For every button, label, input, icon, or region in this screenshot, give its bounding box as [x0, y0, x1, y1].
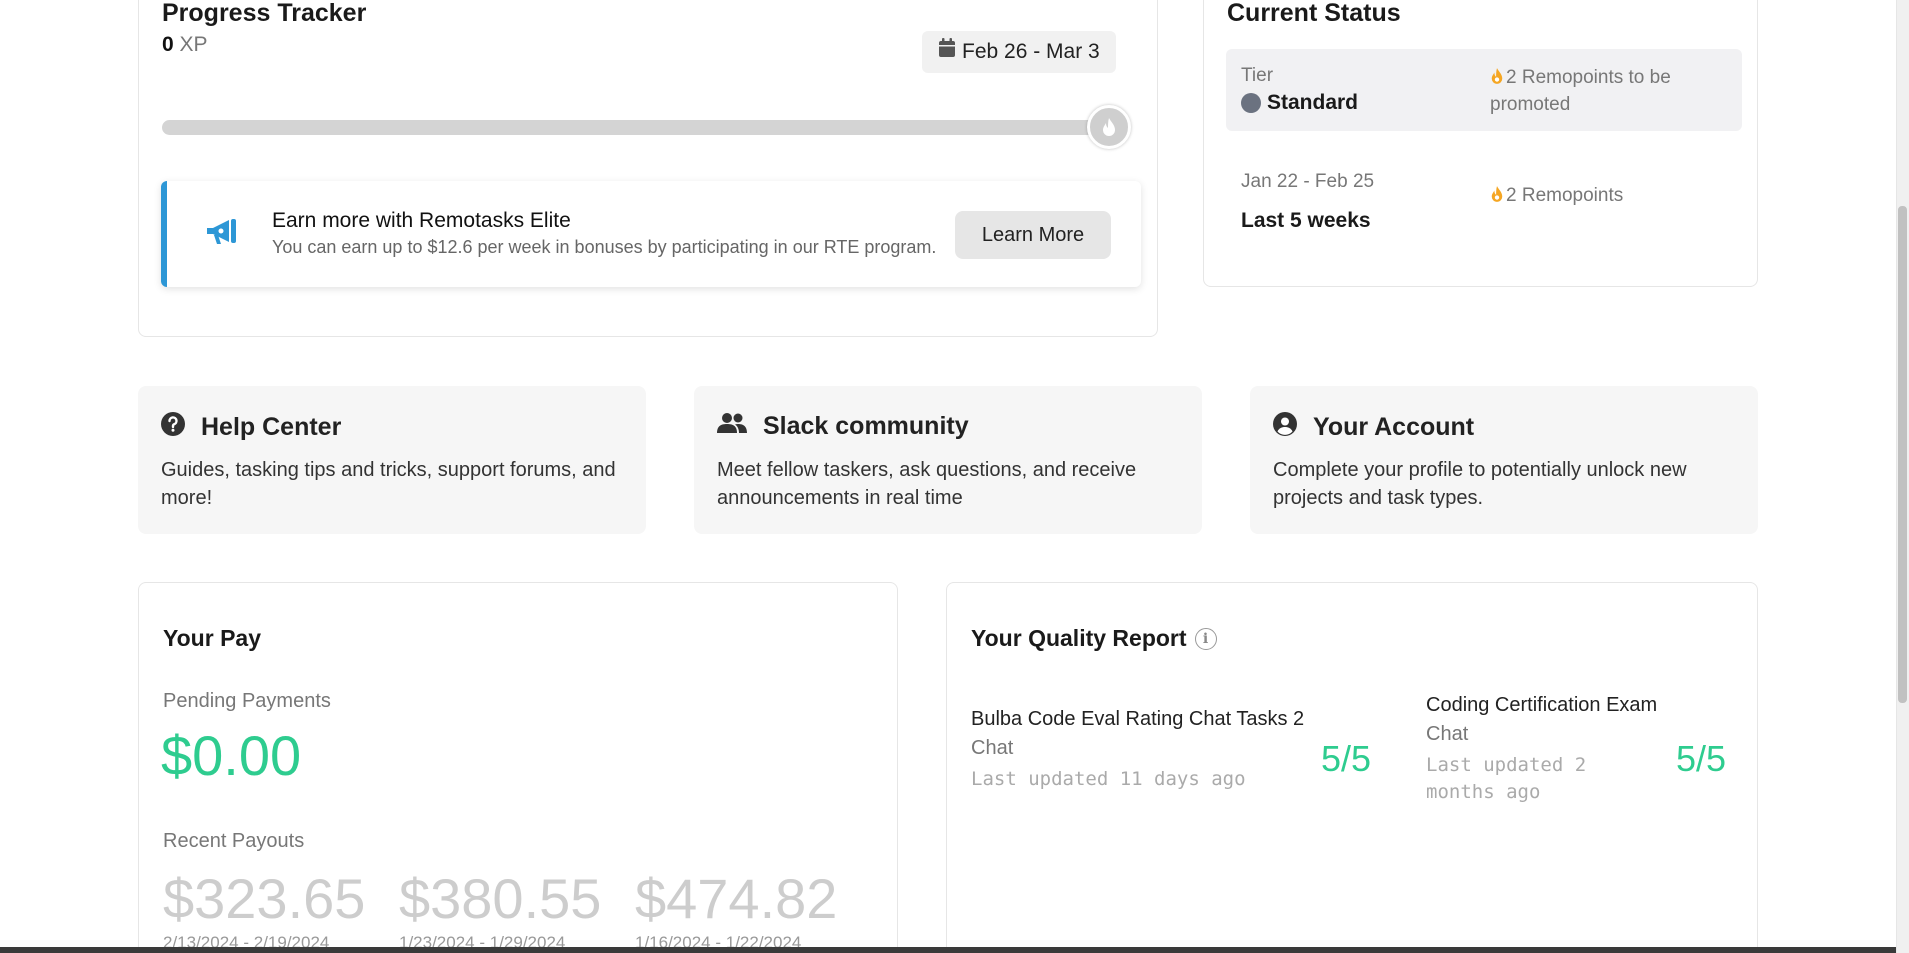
date-range: Feb 26 - Mar 3: [962, 40, 1100, 63]
learn-more-button[interactable]: Learn More: [955, 211, 1111, 259]
quality-report-card: Your Quality Report i Bulba Code Eval Ra…: [946, 582, 1758, 953]
quality-project-name: Coding Certification Exam: [1426, 694, 1658, 716]
help-center-title: Help Center: [201, 413, 342, 441]
period-points-text: 2 Remopoints: [1506, 185, 1624, 206]
users-icon: [717, 412, 747, 441]
your-pay-card: Your Pay Pending Payments $0.00 Recent P…: [138, 582, 898, 953]
quality-score: 5/5: [1321, 738, 1372, 779]
remopoint-flame-icon: [1490, 67, 1504, 92]
progress-tracker-title: Progress Tracker: [162, 0, 367, 27]
tier-name: Standard: [1267, 91, 1359, 114]
quality-last-updated: Last updated 2 months ago: [1426, 754, 1587, 803]
progress-tracker-card: Progress Tracker 0 XP Feb 26 - Mar 3 Ear…: [138, 0, 1158, 337]
slack-community-card[interactable]: Slack community Meet fellow taskers, ask…: [694, 386, 1202, 534]
payout-item: $380.55 1/23/2024 - 1/29/2024: [399, 866, 601, 953]
xp-value: 0: [162, 33, 174, 56]
promotion-text: 2 Remopoints to be promoted: [1490, 67, 1671, 115]
user-circle-icon: [1273, 412, 1297, 443]
your-pay-title: Your Pay: [163, 625, 261, 651]
info-icon[interactable]: i: [1194, 627, 1217, 650]
your-account-title: Your Account: [1313, 413, 1475, 441]
promotion-requirement: 2 Remopoints to be promoted: [1490, 65, 1720, 117]
tier-badge-icon: [1241, 93, 1261, 113]
payout-amount: $380.55: [399, 867, 602, 930]
xp-display: 0 XP: [162, 33, 208, 57]
slack-community-title-row: Slack community: [717, 412, 969, 441]
quality-report-title-row: Your Quality Report i: [971, 625, 1217, 652]
period-dates: Jan 22 - Feb 25: [1241, 171, 1375, 192]
xp-unit: XP: [179, 33, 208, 56]
elite-heading: Earn more with Remotasks Elite: [272, 209, 571, 232]
period-points: 2 Remopoints: [1490, 185, 1623, 209]
quality-category: Chat: [1426, 723, 1469, 745]
remotasks-elite-banner: Earn more with Remotasks Elite You can e…: [161, 181, 1141, 287]
recent-payouts-label: Recent Payouts: [163, 830, 305, 852]
progress-bar: [162, 120, 1102, 135]
help-center-description: Guides, tasking tips and tricks, support…: [161, 459, 616, 509]
tier-label: Tier: [1241, 65, 1274, 86]
help-center-title-row: Help Center: [161, 412, 341, 443]
bottom-edge-bar: [0, 947, 1896, 953]
question-circle-icon: [161, 412, 185, 443]
pending-payments-value: $0.00: [161, 724, 302, 787]
current-status-title: Current Status: [1227, 0, 1401, 27]
payout-amount: $323.65: [163, 867, 366, 930]
megaphone-icon: [205, 217, 239, 252]
payout-amount: $474.82: [635, 867, 838, 930]
remopoint-flame-icon: [1490, 185, 1504, 209]
payout-item: $323.65 2/13/2024 - 2/19/2024: [163, 866, 365, 953]
slack-community-title: Slack community: [763, 412, 969, 440]
progress-flame-knob: [1087, 105, 1131, 149]
quality-project-name: Bulba Code Eval Rating Chat Tasks 2: [971, 708, 1305, 730]
page-scrollbar-thumb[interactable]: [1898, 206, 1907, 703]
tier-value: Standard: [1241, 91, 1358, 115]
tier-box: Tier Standard 2 Remopoints to be promote…: [1226, 49, 1742, 131]
current-status-card: Current Status Tier Standard 2 Remopoint…: [1203, 0, 1758, 287]
your-account-description: Complete your profile to potentially unl…: [1273, 459, 1687, 509]
quality-item: Coding Certification Exam Chat Last upda…: [1426, 694, 1658, 806]
flame-icon: [1103, 118, 1115, 136]
elite-description: You can earn up to $12.6 per week in bon…: [272, 237, 937, 257]
slack-community-description: Meet fellow taskers, ask questions, and …: [717, 459, 1137, 509]
pending-payments-label: Pending Payments: [163, 690, 331, 712]
your-account-title-row: Your Account: [1273, 412, 1474, 443]
quality-report-title: Your Quality Report: [971, 625, 1187, 651]
your-account-card[interactable]: Your Account Complete your profile to po…: [1250, 386, 1758, 534]
calendar-icon: [938, 31, 956, 73]
period-label: Last 5 weeks: [1241, 209, 1371, 232]
help-center-card[interactable]: Help Center Guides, tasking tips and tri…: [138, 386, 646, 534]
week-date-chip: Feb 26 - Mar 3: [922, 31, 1116, 73]
quality-score: 5/5: [1676, 738, 1727, 779]
payout-item: $474.82 1/16/2024 - 1/22/2024: [635, 866, 837, 953]
